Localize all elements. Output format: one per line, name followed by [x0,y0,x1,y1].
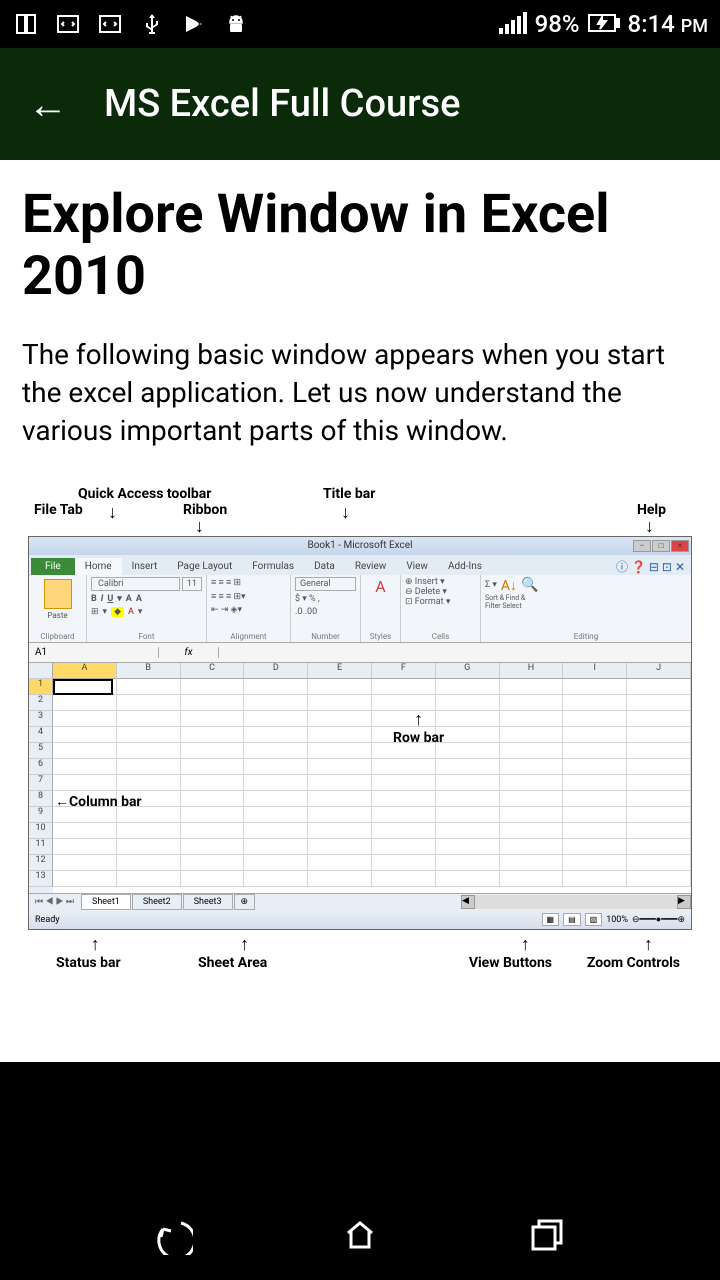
tab-review: Review [345,558,397,575]
tab-insert: Insert [122,558,168,575]
formula-bar: A1 fx [29,643,691,663]
back-button[interactable]: ← [28,81,68,128]
excel-window: Book1 - Microsoft Excel − □ × File Home … [28,536,692,930]
label-title-bar: Title bar↓ [323,486,375,502]
grid-area: 1 2 3 4 5 6 7 8 9 10 11 12 13 A [29,663,691,893]
close-icon: × [671,540,689,552]
tab-addins: Add-Ins [438,558,492,575]
view-layout-icon: ▤ [563,913,581,926]
selected-cell [53,679,113,695]
sheet-tab-3: Sheet3 [183,894,233,910]
ribbon-tabs: File Home Insert Page Layout Formulas Da… [29,555,691,575]
tab-page-layout: Page Layout [167,558,242,575]
play-icon [180,10,208,38]
label-zoom-controls: ↑Zoom Controls [587,934,680,971]
name-box: A1 [29,647,159,658]
tab-data: Data [304,558,345,575]
label-file-tab: File Tab [34,502,83,518]
excel-statusbar: Ready ▦ ▤ ▧ 100% ⊖━━━●━━━⊕ [29,911,691,929]
tab-formulas: Formulas [242,558,304,575]
file-tab: File [31,558,75,575]
tab-home: Home [75,558,122,575]
tab-view: View [396,558,438,575]
clock-time: 8:14 PM [628,10,708,38]
sheet-tabs: ⏮ ◀ ▶ ⏭ Sheet1 Sheet2 Sheet3 ⊕ ◀▶ [29,893,691,911]
column-headers: A B C D E F G H I J [53,663,691,679]
content-area: Explore Window in Excel 2010 The followi… [0,160,720,1062]
paste-icon [44,579,72,609]
label-help: Help↓ [637,502,666,518]
maximize-icon: □ [652,540,670,552]
app-header: ← MS Excel Full Course [0,48,720,160]
help-icon: ⓘ ❓ ⊟ ⊡ ✕ [616,558,691,575]
view-normal-icon: ▦ [542,913,560,926]
excel-diagram: File Tab Quick Access toolbar↓ Ribbon↓ T… [22,486,698,984]
android-icon [222,10,250,38]
label-view-buttons: ↑View Buttons [469,934,552,971]
back-nav-button[interactable] [151,1213,195,1257]
multiwindow-icon [12,10,40,38]
label-row-bar: ↑Row bar [393,709,444,746]
row-headers: 1 2 3 4 5 6 7 8 9 10 11 12 13 [29,663,53,893]
android-nav-bar [0,1190,720,1280]
label-column-bar: ←Column bar [55,793,142,810]
page-heading: Explore Window in Excel 2010 [22,184,698,308]
android-status-bar: 98% 8:14 PM [0,0,720,48]
dev-icon-2 [96,10,124,38]
label-status-bar: ↑Status bar [56,934,121,971]
dev-icon [54,10,82,38]
sheet-tab-2: Sheet2 [132,894,182,910]
minimize-icon: − [633,540,651,552]
sheet-tab-1: Sheet1 [81,894,131,910]
label-ribbon: Ribbon↓ [183,502,227,518]
ribbon: Paste Clipboard Calibri11 BIU▾AA ⊞▾◆A▾ F… [29,575,691,643]
battery-icon [588,10,620,38]
signal-icon [499,14,527,34]
excel-titlebar: Book1 - Microsoft Excel − □ × [29,537,691,555]
label-sheet-area: ↑Sheet Area [198,934,267,971]
label-quick-access: Quick Access toolbar↓ [78,486,211,502]
recent-nav-button[interactable] [525,1213,569,1257]
intro-paragraph: The following basic window appears when … [22,336,698,449]
battery-pct: 98% [535,10,580,38]
home-nav-button[interactable] [338,1213,382,1257]
app-title: MS Excel Full Course [104,82,461,126]
usb-icon [138,10,166,38]
view-break-icon: ▧ [585,913,603,926]
fx-icon: fx [159,647,219,658]
